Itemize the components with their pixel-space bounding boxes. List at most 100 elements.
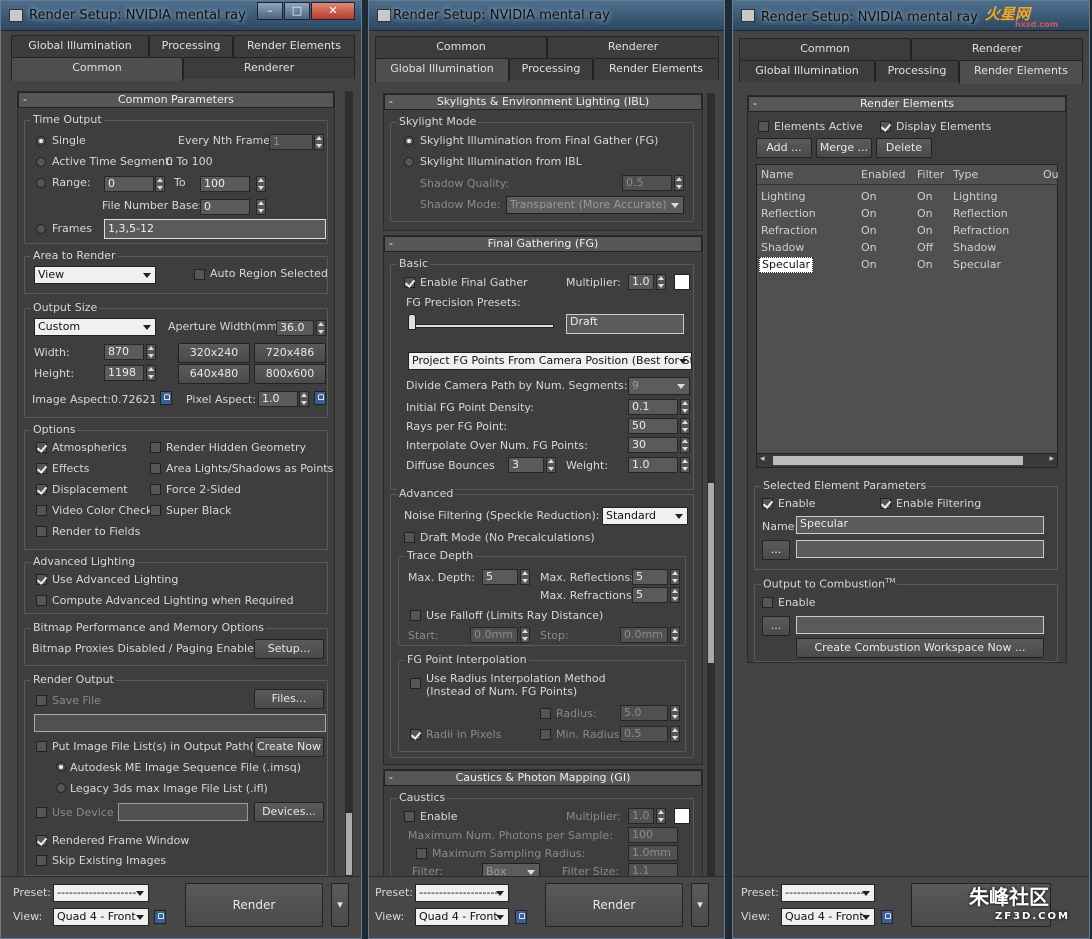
tab-renderer[interactable]: Renderer (547, 36, 719, 58)
tab-global-illumination[interactable]: Global Illumination (11, 35, 149, 57)
range-radio[interactable] (36, 178, 46, 188)
shadow-mode-dropdown[interactable]: Transparent (More Accurate) (506, 196, 684, 214)
compute-advanced-lighting-checkbox[interactable] (36, 595, 47, 606)
render-options-button[interactable]: ▾ (691, 883, 709, 927)
caustics-multiplier-field[interactable]: 1.0 (628, 808, 654, 824)
max-sampling-radius-checkbox[interactable] (416, 848, 427, 859)
rollout-header[interactable]: - Skylights & Environment Lighting (IBL) (384, 94, 702, 110)
noise-filtering-dropdown[interactable]: Standard (602, 507, 688, 525)
use-falloff-checkbox[interactable] (410, 610, 421, 621)
diffuse-bounces-field[interactable]: 3 (508, 457, 544, 473)
output-path-field[interactable] (34, 714, 326, 732)
fg-multiplier-field[interactable]: 1.0 (628, 274, 654, 290)
rays-per-fg-point-field[interactable]: 50 (628, 418, 678, 434)
radii-in-pixels-checkbox[interactable] (410, 729, 421, 740)
image-aspect-lock-icon[interactable] (160, 391, 172, 405)
maximize-button[interactable]: □ (284, 2, 310, 20)
displacement-checkbox[interactable] (36, 484, 47, 495)
initial-fg-density-spinner[interactable] (680, 399, 690, 415)
diffuse-bounces-spinner[interactable] (546, 457, 556, 473)
fg-precision-slider-thumb[interactable] (408, 314, 416, 330)
pixel-aspect-field[interactable]: 1.0 (258, 391, 298, 407)
video-color-check-checkbox[interactable] (36, 505, 47, 516)
tab-global-illumination[interactable]: Global Illumination (375, 58, 509, 82)
element-name-field[interactable]: Specular (796, 516, 1044, 534)
fg-preset-name-field[interactable]: Draft (566, 314, 684, 334)
radius-spinner[interactable] (670, 705, 680, 721)
preset-720x486-button[interactable]: 720x486 (254, 343, 326, 363)
falloff-stop-field[interactable]: 0.0mm (620, 627, 668, 643)
tab-processing[interactable]: Processing (509, 58, 593, 80)
falloff-start-field[interactable]: 0.0mm (470, 627, 518, 643)
active-segment-radio[interactable] (36, 157, 46, 167)
tab-renderer[interactable]: Renderer (911, 38, 1083, 60)
rollout-header[interactable]: - Caustics & Photon Mapping (GI) (384, 770, 702, 786)
effects-checkbox[interactable] (36, 463, 47, 474)
view-lock-icon[interactable] (515, 910, 527, 924)
device-field[interactable] (118, 803, 248, 821)
title-bar[interactable]: Render Setup: NVIDIA mental ray 火星网 hxsd… (733, 1, 1089, 31)
radius-checkbox[interactable] (540, 708, 551, 719)
interpolate-fg-points-field[interactable]: 30 (628, 437, 678, 453)
autodesk-imsq-radio[interactable] (56, 762, 66, 772)
min-radius-field[interactable]: 0.5 (620, 726, 668, 742)
rollout-header[interactable]: - Final Gathering (FG) (384, 236, 702, 252)
preset-800x600-button[interactable]: 800x600 (254, 364, 326, 384)
title-bar[interactable]: Render Setup: NVIDIA mental ray – □ ✕ (1, 1, 361, 31)
tab-render-elements[interactable]: Render Elements (959, 60, 1083, 84)
divide-camera-path-dropdown[interactable]: 9 (628, 377, 690, 395)
scroll-left-icon[interactable]: ◂ (760, 454, 765, 464)
view-lock-icon[interactable] (881, 910, 893, 924)
max-refractions-spinner[interactable] (670, 587, 680, 603)
tab-render-elements[interactable]: Render Elements (593, 58, 719, 80)
column-filter[interactable]: Filter (917, 167, 944, 183)
enable-filtering-checkbox[interactable] (880, 498, 891, 509)
force-2-sided-checkbox[interactable] (150, 484, 161, 495)
title-bar[interactable]: Render Setup: NVIDIA mental ray (369, 1, 724, 31)
shadow-quality-spinner[interactable] (674, 175, 684, 191)
filter-dropdown[interactable]: Box (482, 863, 540, 877)
fg-project-points-dropdown[interactable]: Project FG Points From Camera Position (… (408, 352, 692, 370)
fg-color-swatch[interactable] (674, 274, 690, 290)
view-dropdown[interactable]: Quad 4 - Front (781, 908, 875, 926)
preset-dropdown[interactable]: -------------------- (53, 884, 149, 902)
minimize-button[interactable]: – (257, 2, 283, 20)
preset-320x240-button[interactable]: 320x240 (178, 343, 250, 363)
merge-element-button[interactable]: Merge ... (816, 138, 872, 158)
combustion-enable-checkbox[interactable] (762, 597, 773, 608)
falloff-start-spinner[interactable] (520, 627, 530, 643)
skylight-fg-radio[interactable] (404, 136, 414, 146)
close-button[interactable]: ✕ (311, 2, 355, 20)
aperture-width-spinner[interactable] (316, 320, 326, 336)
view-dropdown[interactable]: Quad 4 - Front (53, 908, 149, 926)
max-sampling-radius-field[interactable]: 1.0mm (628, 845, 678, 861)
rollout-header[interactable]: - Common Parameters (18, 92, 334, 108)
list-item[interactable]: Lighting On On Lighting (757, 189, 1057, 205)
save-file-checkbox[interactable] (36, 695, 47, 706)
files-button[interactable]: Files... (254, 689, 324, 709)
view-lock-icon[interactable] (154, 910, 166, 924)
preset-640x480-button[interactable]: 640x480 (178, 364, 250, 384)
max-reflections-field[interactable]: 5 (632, 569, 668, 585)
legacy-ifl-radio[interactable] (56, 783, 66, 793)
output-size-preset-dropdown[interactable]: Custom (34, 318, 156, 336)
max-reflections-spinner[interactable] (670, 569, 680, 585)
rollout-header[interactable]: - Render Elements (748, 96, 1066, 112)
horizontal-scrollbar-thumb[interactable] (773, 456, 1023, 465)
caustics-enable-checkbox[interactable] (404, 811, 415, 822)
devices-button[interactable]: Devices... (254, 802, 324, 822)
element-path-field[interactable] (796, 540, 1044, 558)
area-lights-checkbox[interactable] (150, 463, 161, 474)
panel-scrollbar[interactable] (707, 93, 715, 877)
column-type[interactable]: Type (953, 167, 978, 183)
pixel-aspect-spinner[interactable] (299, 391, 309, 407)
min-radius-spinner[interactable] (670, 726, 680, 742)
super-black-checkbox[interactable] (150, 505, 161, 516)
delete-element-button[interactable]: Delete (876, 138, 932, 158)
height-spinner[interactable] (146, 365, 156, 381)
weight-spinner[interactable] (680, 457, 690, 473)
pixel-aspect-lock-icon[interactable] (314, 391, 326, 405)
combustion-browse-button[interactable]: ... (762, 616, 790, 636)
area-to-render-dropdown[interactable]: View (34, 266, 156, 284)
max-depth-spinner[interactable] (520, 569, 530, 585)
